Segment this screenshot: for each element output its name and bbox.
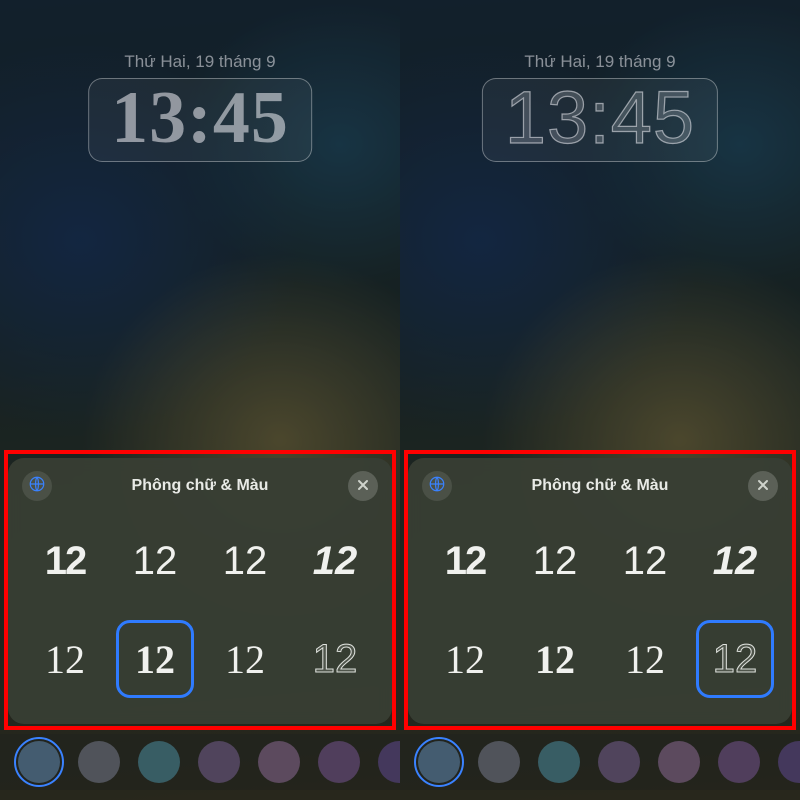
color-strip-left [0, 734, 400, 790]
font-option-2[interactable]: 12 [116, 522, 194, 600]
font-color-sheet: Phông chữ & Màu 12 12 12 12 12 12 12 12 [8, 458, 392, 724]
close-icon [357, 478, 369, 495]
font-grid: 12 12 12 12 12 12 12 12 [22, 512, 378, 708]
font-option-6[interactable]: 12 [516, 620, 594, 698]
color-swatch-2[interactable] [538, 741, 580, 783]
color-swatch-4[interactable] [258, 741, 300, 783]
font-option-7[interactable]: 12 [206, 620, 284, 698]
color-swatch-6[interactable] [778, 741, 800, 783]
clock-frame[interactable]: 13:45 [482, 78, 718, 162]
color-swatch-0[interactable] [418, 741, 460, 783]
color-swatch-1[interactable] [78, 741, 120, 783]
lock-screen-date: Thứ Hai, 19 tháng 9 [0, 52, 400, 72]
globe-icon [28, 475, 46, 497]
globe-button[interactable] [22, 471, 52, 501]
close-button[interactable] [748, 471, 778, 501]
color-strip-right [400, 734, 800, 790]
font-grid: 12 12 12 12 12 12 12 12 [422, 512, 778, 708]
font-option-2[interactable]: 12 [516, 522, 594, 600]
color-swatch-4[interactable] [658, 741, 700, 783]
font-option-4[interactable]: 12 [696, 522, 774, 600]
font-option-8[interactable]: 12 [296, 620, 374, 698]
clock-frame[interactable]: 13:45 [88, 78, 312, 162]
right-screenshot: Thứ Hai, 19 tháng 9 13:45 Phông chữ & Mà… [400, 0, 800, 800]
lock-screen-time: 13:45 [505, 81, 695, 155]
sheet-title: Phông chữ & Màu [132, 477, 269, 495]
font-option-4[interactable]: 12 [296, 522, 374, 600]
color-swatch-1[interactable] [478, 741, 520, 783]
font-option-3[interactable]: 12 [206, 522, 284, 600]
color-swatch-0[interactable] [18, 741, 60, 783]
font-option-6[interactable]: 12 [116, 620, 194, 698]
font-option-7[interactable]: 12 [606, 620, 684, 698]
font-option-5[interactable]: 12 [26, 620, 104, 698]
lock-screen-time: 13:45 [111, 81, 289, 155]
font-option-5[interactable]: 12 [426, 620, 504, 698]
font-option-8[interactable]: 12 [696, 620, 774, 698]
sheet-title: Phông chữ & Màu [532, 477, 669, 495]
font-option-1[interactable]: 12 [426, 522, 504, 600]
left-screenshot: Thứ Hai, 19 tháng 9 13:45 Phông chữ & Mà… [0, 0, 400, 800]
font-color-sheet: Phông chữ & Màu 12 12 12 12 12 12 12 12 [408, 458, 792, 724]
color-swatch-2[interactable] [138, 741, 180, 783]
color-swatch-5[interactable] [318, 741, 360, 783]
color-swatch-5[interactable] [718, 741, 760, 783]
lock-screen-date: Thứ Hai, 19 tháng 9 [400, 52, 800, 72]
globe-button[interactable] [422, 471, 452, 501]
color-swatch-3[interactable] [198, 741, 240, 783]
color-swatch-3[interactable] [598, 741, 640, 783]
globe-icon [428, 475, 446, 497]
close-icon [757, 478, 769, 495]
font-option-3[interactable]: 12 [606, 522, 684, 600]
color-swatch-6[interactable] [378, 741, 400, 783]
font-option-1[interactable]: 12 [26, 522, 104, 600]
close-button[interactable] [348, 471, 378, 501]
